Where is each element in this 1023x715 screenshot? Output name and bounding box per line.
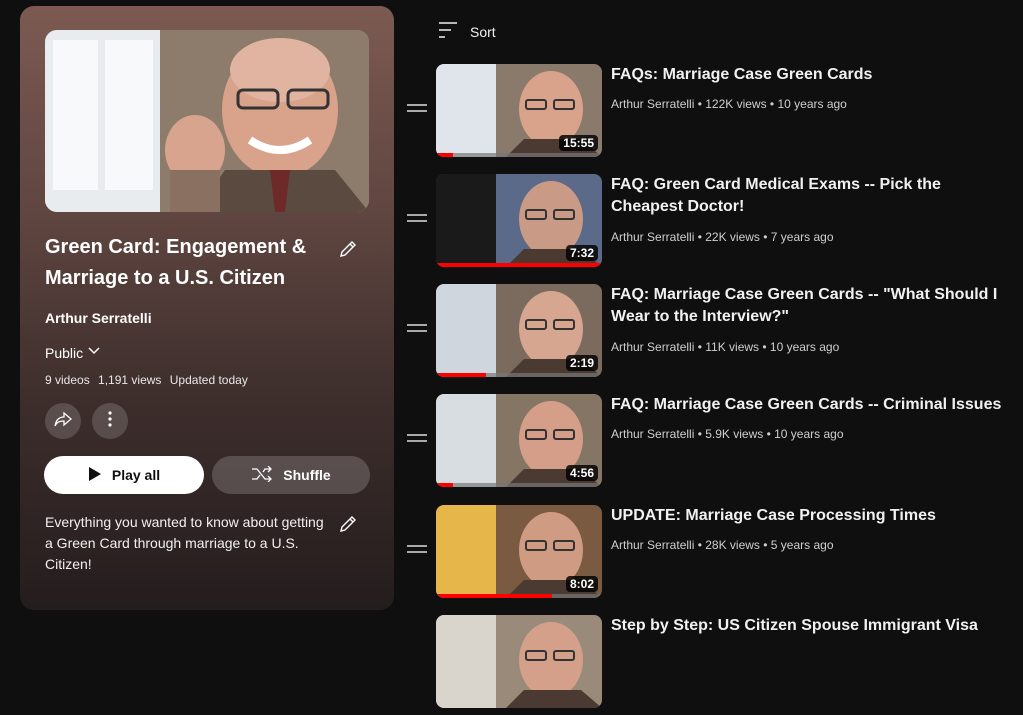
playlist-title: Green Card: Engagement & Marriage to a U… — [45, 236, 307, 289]
play-icon — [88, 466, 102, 485]
watch-progress-track — [436, 483, 602, 487]
watch-progress-bar — [436, 263, 602, 267]
video-metadata: Arthur Serratelli • 28K views • 5 years … — [611, 538, 834, 552]
drag-handle-icon[interactable] — [407, 545, 427, 557]
play-all-button[interactable]: Play all — [44, 456, 204, 494]
chevron-down-icon — [87, 344, 101, 361]
video-title[interactable]: UPDATE: Marriage Case Processing Times — [611, 505, 1009, 527]
video-thumbnail[interactable]: 15:55 — [436, 64, 602, 157]
video-duration: 7:32 — [565, 245, 598, 261]
watch-progress-bar — [436, 153, 453, 157]
video-title[interactable]: FAQ: Marriage Case Green Cards -- Crimin… — [611, 394, 1009, 416]
playlist-header-panel: Green Card: Engagement & Marriage to a U… — [20, 6, 394, 610]
view-count: 1,191 views — [98, 373, 162, 387]
video-thumbnail[interactable]: 2:19 — [436, 284, 602, 377]
watch-progress-bar — [436, 483, 453, 487]
shuffle-icon — [251, 465, 273, 485]
video-duration: 15:55 — [559, 135, 598, 151]
sort-label: Sort — [470, 23, 496, 40]
share-icon — [53, 409, 73, 434]
drag-handle-icon[interactable] — [407, 434, 427, 446]
video-duration: 8:02 — [565, 576, 598, 592]
play-all-label: Play all — [111, 467, 161, 483]
video-duration: 4:56 — [565, 465, 598, 481]
video-thumbnail[interactable]: 8:02 — [436, 505, 602, 598]
playlist-video-row[interactable]: Step by Step: US Citizen Spouse Immigran… — [405, 615, 1015, 715]
video-title[interactable]: FAQs: Marriage Case Green Cards — [611, 64, 1009, 86]
video-metadata: Arthur Serratelli • 5.9K views • 10 year… — [611, 427, 844, 441]
video-metadata: Arthur Serratelli • 11K views • 10 years… — [611, 340, 840, 354]
more-actions-button[interactable] — [92, 403, 128, 439]
video-metadata: Arthur Serratelli • 122K views • 10 year… — [611, 97, 847, 111]
playlist-video-row[interactable]: 7:32 FAQ: Green Card Medical Exams -- Pic… — [405, 174, 1015, 274]
playlist-video-row[interactable]: 2:19 FAQ: Marriage Case Green Cards -- "W… — [405, 284, 1015, 384]
more-vert-icon — [100, 409, 120, 434]
playlist-video-row[interactable]: 8:02 UPDATE: Marriage Case Processing Tim… — [405, 505, 1015, 605]
watch-progress-bar — [436, 373, 486, 377]
watch-progress-bar — [436, 594, 553, 598]
video-title[interactable]: FAQ: Green Card Medical Exams -- Pick th… — [611, 174, 1009, 218]
watch-progress-track — [436, 153, 602, 157]
video-thumbnail[interactable] — [436, 615, 602, 708]
updated-date: Updated today — [169, 373, 248, 387]
playlist-description: Everything you wanted to know about gett… — [45, 514, 324, 572]
playlist-video-row[interactable]: 15:55 FAQs: Marriage Case Green Cards Arth… — [405, 64, 1015, 164]
playlist-video-row[interactable]: 4:56 FAQ: Marriage Case Green Cards -- Cr… — [405, 394, 1015, 494]
shuffle-label: Shuffle — [283, 467, 331, 483]
drag-handle-icon[interactable] — [407, 324, 427, 336]
video-thumbnail[interactable]: 7:32 — [436, 174, 602, 267]
pencil-icon[interactable] — [338, 239, 358, 259]
sort-icon — [438, 21, 458, 42]
playlist-stats: 9 videos 1,191 views Updated today — [45, 373, 253, 387]
video-title[interactable]: Step by Step: US Citizen Spouse Immigran… — [611, 615, 1009, 637]
drag-handle-icon[interactable] — [407, 104, 427, 116]
pencil-icon[interactable] — [338, 514, 358, 534]
video-duration: 2:19 — [565, 355, 598, 371]
video-count: 9 videos — [45, 373, 90, 387]
shuffle-button[interactable]: Shuffle — [212, 456, 370, 494]
playlist-thumbnail[interactable] — [45, 30, 369, 212]
playlist-owner[interactable]: Arthur Serratelli — [45, 310, 152, 326]
sort-button[interactable]: Sort — [438, 21, 496, 42]
privacy-label: Public — [45, 344, 84, 361]
video-title[interactable]: FAQ: Marriage Case Green Cards -- "What … — [611, 284, 1009, 328]
drag-handle-icon[interactable] — [407, 214, 427, 226]
privacy-dropdown[interactable]: Public — [45, 344, 101, 361]
video-metadata: Arthur Serratelli • 22K views • 7 years … — [611, 230, 834, 244]
video-thumbnail[interactable]: 4:56 — [436, 394, 602, 487]
share-button[interactable] — [45, 403, 81, 439]
